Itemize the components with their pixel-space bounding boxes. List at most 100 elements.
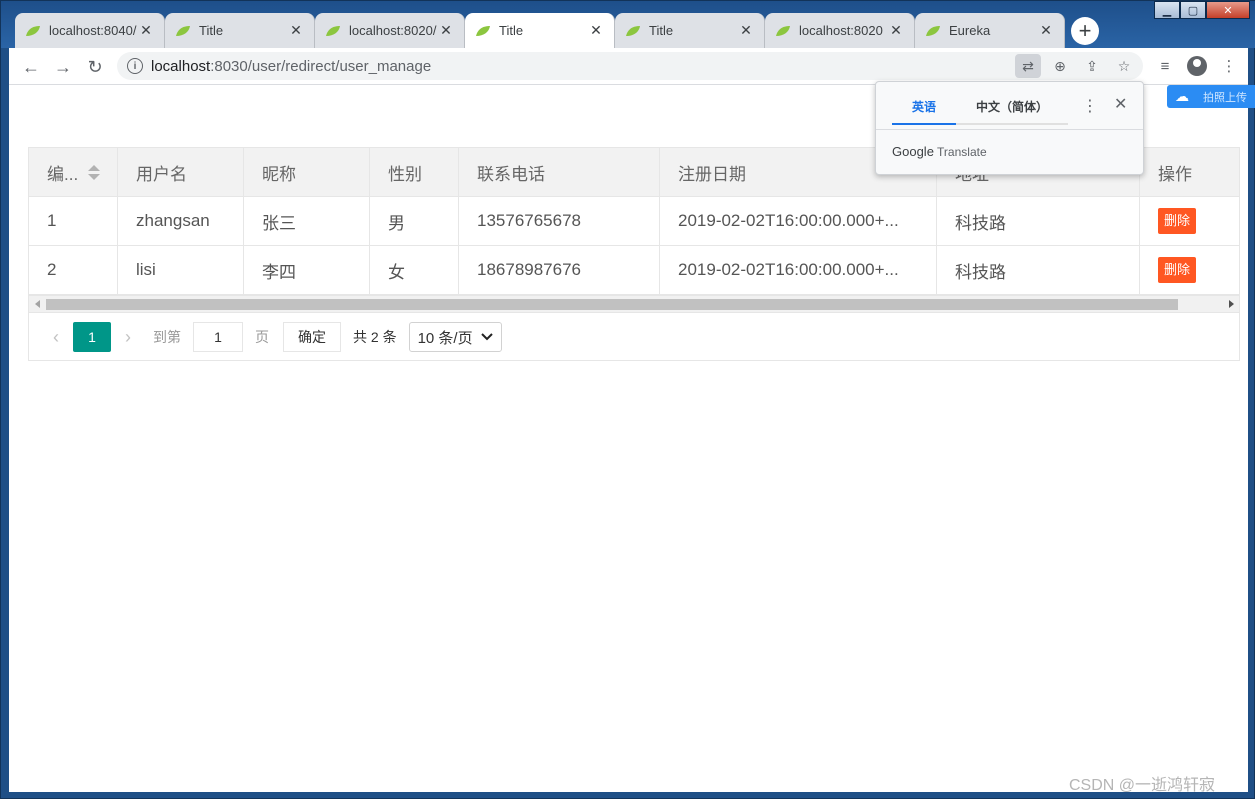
table-cell: zhangsan xyxy=(118,197,244,246)
scroll-right-icon[interactable] xyxy=(1229,300,1234,308)
browser-tab[interactable]: Title ✕ xyxy=(615,13,765,48)
tab-title: localhost:8020 xyxy=(799,23,883,38)
menu-kebab-icon[interactable]: ⋮ xyxy=(1216,53,1242,79)
tab-title: Title xyxy=(499,23,524,38)
header-cell-id[interactable]: 编... xyxy=(29,148,118,197)
url-text[interactable]: localhost:8030/user/redirect/user_manage xyxy=(151,58,431,75)
browser-toolbar: ← → ↻ i localhost:8030/user/redirect/use… xyxy=(9,48,1248,85)
browser-tab[interactable]: localhost:8020/ ✕ xyxy=(315,13,465,48)
tab-close-icon[interactable]: ✕ xyxy=(588,22,604,39)
forward-arrow-icon[interactable]: → xyxy=(49,53,77,81)
url-host: localhost xyxy=(151,58,211,75)
reload-icon[interactable]: ↻ xyxy=(81,53,109,81)
header-cell: 联系电话 xyxy=(459,148,660,197)
source-lang-tab[interactable]: 英语 xyxy=(892,96,957,125)
translate-icon[interactable]: ⇄ xyxy=(1015,54,1041,78)
table-cell: 2 xyxy=(29,246,118,295)
table-cell: 科技路 xyxy=(937,197,1140,246)
spring-leaf-icon xyxy=(476,25,490,36)
spring-leaf-icon xyxy=(176,25,190,36)
table-cell-actions: 删除 xyxy=(1140,197,1239,246)
cloud-icon: ☁ xyxy=(1175,88,1189,104)
browser-tab[interactable]: localhost:8040/ ✕ xyxy=(15,13,165,48)
back-arrow-icon[interactable]: ← xyxy=(17,53,45,81)
table-cell: 2019-02-02T16:00:00.000+... xyxy=(660,246,937,295)
table-row: 1 zhangsan 张三 男 13576765678 2019-02-02T1… xyxy=(29,197,1239,246)
tab-strip: localhost:8040/ ✕ Title ✕ localhost:8020… xyxy=(15,13,1065,48)
sort-icon[interactable] xyxy=(88,164,101,180)
maximize-button[interactable]: ▢ xyxy=(1180,1,1206,19)
tab-close-icon[interactable]: ✕ xyxy=(138,22,154,39)
zoom-icon[interactable]: ⊕ xyxy=(1047,54,1073,78)
user-table: 编... 用户名 昵称 性别 联系电话 注册日期 地址 操作 1 zhangsa… xyxy=(28,147,1240,361)
address-bar[interactable]: i localhost:8030/user/redirect/user_mana… xyxy=(117,52,1143,80)
window-controls: ▁ ▢ ✕ xyxy=(1154,1,1250,19)
profile-button[interactable] xyxy=(1184,53,1210,79)
table-cell: 李四 xyxy=(244,246,370,295)
spring-leaf-icon xyxy=(26,25,40,36)
page-label: 页 xyxy=(255,329,269,345)
browser-window: ▁ ▢ ✕ localhost:8040/ ✕ Title ✕ localhos… xyxy=(0,0,1255,799)
upload-label: 拍照上传 xyxy=(1203,91,1247,104)
toolbar-right: ≡ ⋮ xyxy=(1152,53,1242,79)
pagination: ‹ 1 › 到第 页 确定 共 2 条 10 条/页 xyxy=(29,312,1239,360)
share-icon[interactable]: ⇪ xyxy=(1079,54,1105,78)
goto-page-input[interactable] xyxy=(193,322,243,352)
tab-title: Title xyxy=(649,23,674,38)
goto-label: 到第 xyxy=(153,329,181,345)
baidu-upload-widget[interactable]: ☁ 拍照上传 xyxy=(1167,85,1255,108)
new-tab-button[interactable]: + xyxy=(1071,17,1099,45)
chevron-down-icon xyxy=(480,333,493,341)
browser-tab[interactable]: Eureka ✕ xyxy=(915,13,1065,48)
tab-close-icon[interactable]: ✕ xyxy=(738,22,754,39)
reading-list-icon[interactable]: ≡ xyxy=(1152,53,1178,79)
brand-google: Google xyxy=(892,144,934,159)
google-translate-brand: Google Translate xyxy=(892,144,987,159)
current-page-button[interactable]: 1 xyxy=(73,322,111,352)
header-cell: 性别 xyxy=(370,148,459,197)
browser-tab[interactable]: localhost:8020 ✕ xyxy=(765,13,915,48)
translate-popup: 英语 中文（简体） ⋮ ✕ Google Translate xyxy=(875,81,1144,175)
header-label: 编... xyxy=(47,164,79,184)
tab-close-icon[interactable]: ✕ xyxy=(888,22,904,39)
minimize-button[interactable]: ▁ xyxy=(1154,1,1180,19)
header-cell: 昵称 xyxy=(244,148,370,197)
target-lang-tab[interactable]: 中文（简体） xyxy=(956,96,1069,125)
table-row: 2 lisi 李四 女 18678987676 2019-02-02T16:00… xyxy=(29,246,1239,295)
next-page-icon[interactable]: › xyxy=(115,322,141,352)
omnibox-actions: ⇄ ⊕ ⇪ ☆ xyxy=(1015,54,1137,78)
page-size-select[interactable]: 10 条/页 xyxy=(408,322,502,352)
scroll-left-icon[interactable] xyxy=(35,300,40,308)
table-cell: lisi xyxy=(118,246,244,295)
tab-close-icon[interactable]: ✕ xyxy=(1038,22,1054,39)
table-cell: 1 xyxy=(29,197,118,246)
confirm-page-button[interactable]: 确定 xyxy=(283,322,341,352)
browser-tab-active[interactable]: Title ✕ xyxy=(465,13,615,48)
spring-leaf-icon xyxy=(326,25,340,36)
horizontal-scrollbar[interactable] xyxy=(29,295,1239,312)
browser-tab[interactable]: Title ✕ xyxy=(165,13,315,48)
close-window-button[interactable]: ✕ xyxy=(1206,1,1250,19)
site-info-icon[interactable]: i xyxy=(127,58,143,74)
close-icon[interactable]: ✕ xyxy=(1114,94,1127,114)
tab-close-icon[interactable]: ✕ xyxy=(288,22,304,39)
scrollbar-thumb[interactable] xyxy=(46,299,1178,310)
tab-title: Eureka xyxy=(949,23,991,38)
delete-button[interactable]: 删除 xyxy=(1158,208,1197,234)
bookmark-star-icon[interactable]: ☆ xyxy=(1111,54,1137,78)
watermark: CSDN @一逝鸿轩寂 xyxy=(1069,777,1216,794)
table-cell: 张三 xyxy=(244,197,370,246)
tab-close-icon[interactable]: ✕ xyxy=(438,22,454,39)
translate-lang-tabs: 英语 中文（简体） xyxy=(892,96,1069,125)
more-options-icon[interactable]: ⋮ xyxy=(1082,96,1098,116)
tab-title: localhost:8020/ xyxy=(349,23,437,38)
total-count: 共 2 条 xyxy=(353,329,397,345)
brand-product: Translate xyxy=(937,145,987,159)
table-cell: 18678987676 xyxy=(459,246,660,295)
header-cell: 操作 xyxy=(1140,148,1239,197)
table-cell: 科技路 xyxy=(937,246,1140,295)
spring-leaf-icon xyxy=(626,25,640,36)
delete-button[interactable]: 删除 xyxy=(1158,257,1197,283)
prev-page-icon[interactable]: ‹ xyxy=(43,322,69,352)
table-cell: 13576765678 xyxy=(459,197,660,246)
